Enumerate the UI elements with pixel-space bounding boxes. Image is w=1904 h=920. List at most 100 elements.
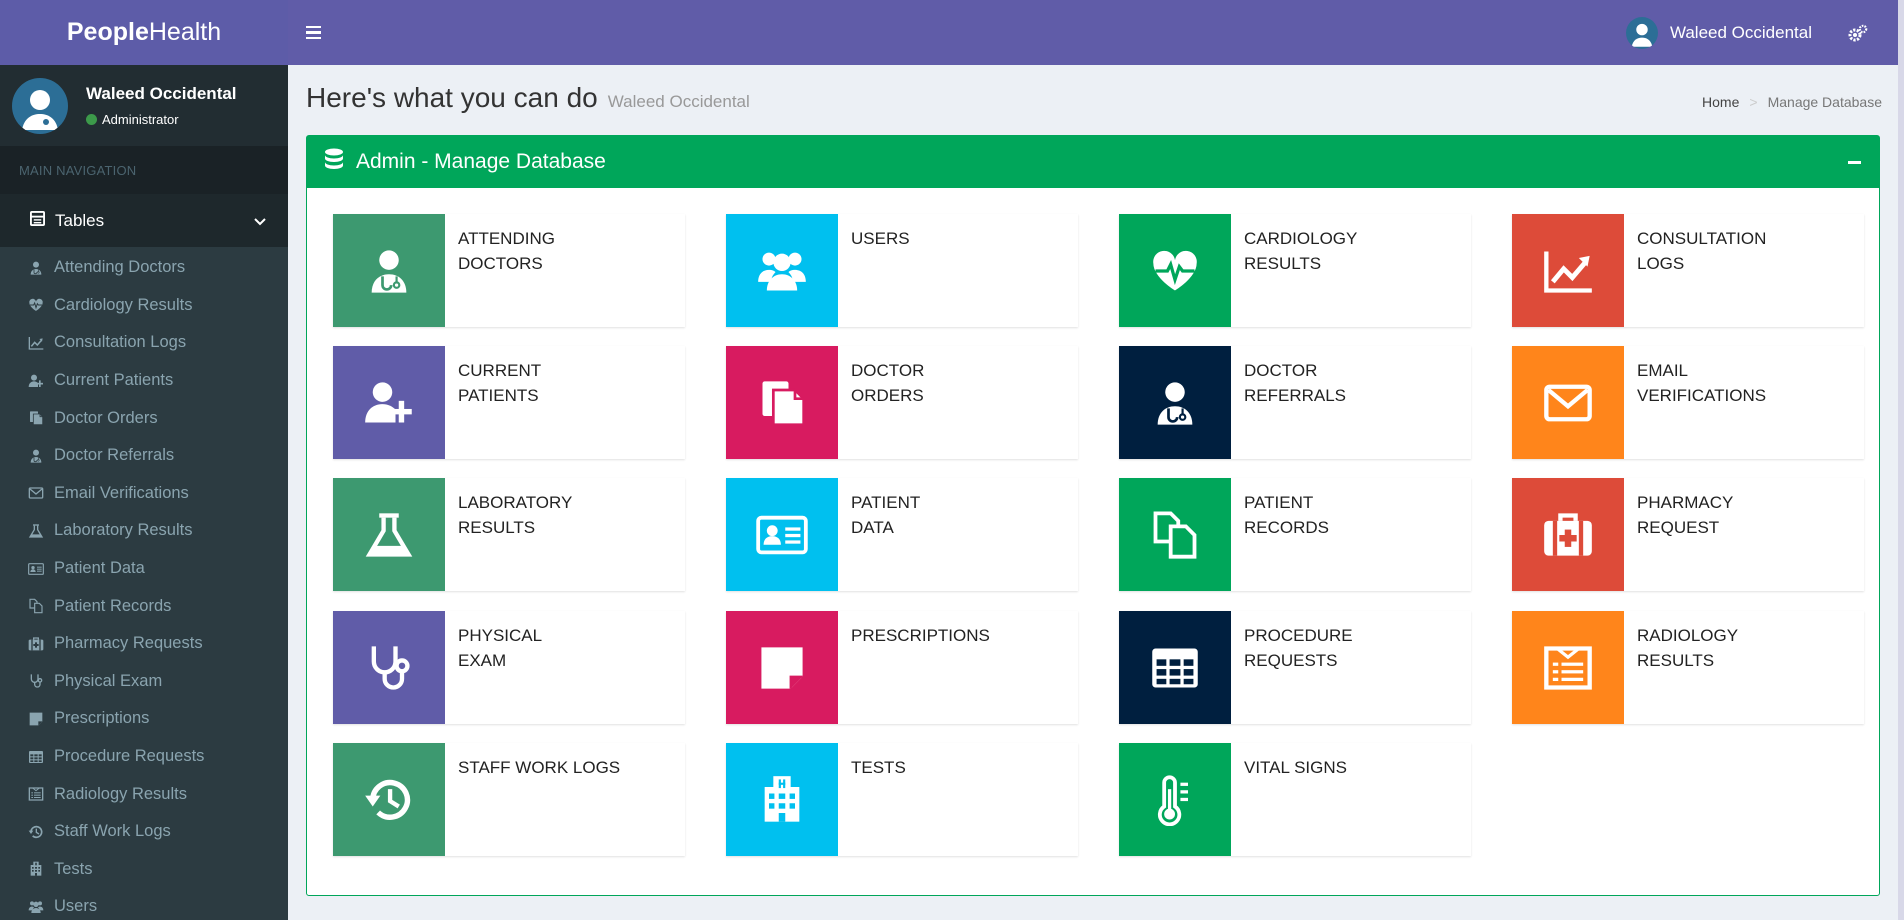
page-subtitle: Waleed Occidental: [607, 92, 750, 111]
tile-patient-records[interactable]: PATIENT RECORDS: [1119, 478, 1471, 591]
sticky-note-icon: [726, 611, 838, 724]
sidebar-item-label: Patient Data: [54, 559, 145, 578]
tile-vital-signs[interactable]: VITAL SIGNS: [1119, 743, 1471, 856]
breadcrumb-current: Manage Database: [1767, 94, 1882, 110]
tile-attending-doctors[interactable]: ATTENDING DOCTORS: [333, 214, 685, 327]
tile-label: PROCEDURE REQUESTS: [1231, 611, 1441, 724]
tile-tests[interactable]: TESTS: [726, 743, 1078, 856]
sidebar-item-laboratory-results[interactable]: Laboratory Results: [0, 512, 288, 550]
tile-label-line2: REFERRALS: [1244, 386, 1347, 405]
collapse-minus-icon[interactable]: [1848, 160, 1861, 164]
sidebar-item-staff-work-logs[interactable]: Staff Work Logs: [0, 813, 288, 851]
sidebar-item-users[interactable]: Users: [0, 888, 288, 920]
tile-label-line1: ATTENDING: [458, 229, 555, 248]
sidebar-item-attending-doctors[interactable]: Attending Doctors: [0, 249, 288, 287]
sidebar-item-radiology-results[interactable]: Radiology Results: [0, 775, 288, 813]
sidebar-item-label: Doctor Referrals: [54, 446, 175, 465]
tile-laboratory-results[interactable]: LABORATORY RESULTS: [333, 478, 685, 591]
sidebar-item-physical-exam[interactable]: Physical Exam: [0, 663, 288, 701]
page-title: Here's what you can do: [306, 82, 598, 113]
tile-label-line1: VITAL SIGNS: [1244, 758, 1347, 777]
tile-label-line2: VERIFICATIONS: [1637, 386, 1767, 405]
copy-icon: [726, 346, 838, 459]
flask-icon: [333, 478, 445, 591]
sidebar-item-consultation-logs[interactable]: Consultation Logs: [0, 324, 288, 362]
sidebar-item-email-verifications[interactable]: Email Verifications: [0, 475, 288, 513]
tile-label-line1: PHARMACY: [1637, 493, 1734, 512]
header-user-name: Waleed Occidental: [1669, 22, 1812, 42]
history-icon: [333, 743, 445, 856]
sidebar-tree-tables[interactable]: Tables: [0, 194, 288, 247]
sidebar-item-cardiology-results[interactable]: Cardiology Results: [0, 287, 288, 325]
manage-database-box: Admin - Manage Database ATTENDING DOCTORS…: [306, 135, 1880, 896]
sidebar-item-label: Consultation Logs: [54, 333, 187, 352]
tile-current-patients[interactable]: CURRENT PATIENTS: [333, 346, 685, 459]
tile-staff-work-logs[interactable]: STAFF WORK LOGS: [333, 743, 685, 856]
user-role: Administrator: [102, 112, 179, 127]
tile-doctor-referrals[interactable]: DOCTOR REFERRALS: [1119, 346, 1471, 459]
tile-label: PHYSICAL EXAM: [445, 611, 655, 724]
tile-label: DOCTOR REFERRALS: [1231, 346, 1441, 459]
tile-procedure-requests[interactable]: PROCEDURE REQUESTS: [1119, 611, 1471, 724]
files-icon: [1119, 478, 1231, 591]
user-doctor-icon: [28, 448, 48, 464]
tile-label: CURRENT PATIENTS: [445, 346, 655, 459]
tile-label: STAFF WORK LOGS: [445, 743, 655, 856]
tile-users[interactable]: USERS: [726, 214, 1078, 327]
breadcrumb: Home > Manage Database: [1702, 94, 1882, 110]
hamburger-menu-icon[interactable]: [306, 25, 321, 40]
tile-label-line1: TESTS: [851, 758, 906, 777]
tile-label-line1: DOCTOR: [1244, 361, 1318, 380]
app-logo[interactable]: People Health: [0, 0, 288, 65]
tile-label: CARDIOLOGY RESULTS: [1231, 214, 1441, 327]
tile-label: EMAIL VERIFICATIONS: [1624, 346, 1834, 459]
sidebar-item-label: Email Verifications: [54, 483, 189, 502]
tile-label-line2: REQUESTS: [1244, 651, 1338, 670]
gears-icon[interactable]: [1848, 24, 1868, 42]
tile-label-line1: EMAIL: [1637, 361, 1689, 380]
tile-label: PATIENT DATA: [838, 478, 1048, 591]
tile-radiology-results[interactable]: RADIOLOGY RESULTS: [1512, 611, 1864, 724]
content-header: Here's what you can do Waleed Occidental…: [306, 82, 1882, 122]
table-icon: [28, 749, 48, 765]
sidebar-item-doctor-referrals[interactable]: Doctor Referrals: [0, 437, 288, 475]
sidebar-item-prescriptions[interactable]: Prescriptions: [0, 700, 288, 738]
box-title: Admin - Manage Database: [356, 150, 606, 173]
sidebar-item-tests[interactable]: Tests: [0, 851, 288, 889]
sidebar-item-label: Patient Records: [54, 596, 172, 615]
top-navbar: Waleed Occidental: [288, 0, 1904, 65]
tile-label-line2: RESULTS: [458, 518, 536, 537]
scrollbar[interactable]: [1898, 0, 1904, 920]
tile-label: PRESCRIPTIONS: [838, 611, 1048, 724]
tile-physical-exam[interactable]: PHYSICAL EXAM: [333, 611, 685, 724]
tile-label-line1: PATIENT: [851, 493, 921, 512]
sidebar-item-label: Laboratory Results: [54, 521, 193, 540]
tile-cardiology-results[interactable]: CARDIOLOGY RESULTS: [1119, 214, 1471, 327]
user-doctor-icon: [333, 214, 445, 327]
tile-consultation-logs[interactable]: CONSULTATION LOGS: [1512, 214, 1864, 327]
sidebar-item-patient-data[interactable]: Patient Data: [0, 550, 288, 588]
tile-label-line1: USERS: [851, 229, 910, 248]
header-user-menu[interactable]: Waleed Occidental: [1625, 16, 1812, 49]
table-icon: [1119, 611, 1231, 724]
tile-label-line2: RESULTS: [1244, 254, 1322, 273]
table-icon: [30, 210, 45, 231]
tile-patient-data[interactable]: PATIENT DATA: [726, 478, 1078, 591]
tile-doctor-orders[interactable]: DOCTOR ORDERS: [726, 346, 1078, 459]
tile-pharmacy-request[interactable]: PHARMACY REQUEST: [1512, 478, 1864, 591]
envelope-icon: [1512, 346, 1624, 459]
chevron-down-icon: [254, 211, 266, 231]
sidebar-item-patient-records[interactable]: Patient Records: [0, 587, 288, 625]
sidebar-item-doctor-orders[interactable]: Doctor Orders: [0, 399, 288, 437]
tile-label-line1: PATIENT: [1244, 493, 1314, 512]
sidebar-item-pharmacy-requests[interactable]: Pharmacy Requests: [0, 625, 288, 663]
tile-label: TESTS: [838, 743, 1048, 856]
tile-email-verifications[interactable]: EMAIL VERIFICATIONS: [1512, 346, 1864, 459]
sidebar-item-current-patients[interactable]: Current Patients: [0, 362, 288, 400]
tile-prescriptions[interactable]: PRESCRIPTIONS: [726, 611, 1078, 724]
avatar: [1625, 16, 1658, 49]
breadcrumb-home[interactable]: Home: [1702, 94, 1739, 110]
sidebar-item-procedure-requests[interactable]: Procedure Requests: [0, 738, 288, 776]
tile-label: ATTENDING DOCTORS: [445, 214, 655, 327]
online-dot-icon: [86, 114, 97, 125]
